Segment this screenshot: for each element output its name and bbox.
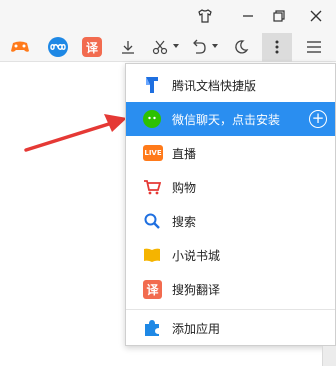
menu-item-wechat[interactable]: 微信聊天，点击安装 + [126,102,335,136]
book-icon [143,246,161,264]
live-icon: LIVE [143,145,163,161]
translate-icon[interactable]: 译 [82,37,102,57]
more-menu-button[interactable] [262,33,292,62]
tencent-docs-icon [143,76,161,94]
scrollbar[interactable] [322,346,336,366]
add-plus-icon[interactable]: + [309,110,327,128]
minimize-icon[interactable] [236,4,260,28]
search-icon [143,212,161,230]
shirt-icon[interactable] [193,4,217,28]
menu-item-live[interactable]: LIVE 直播 [126,136,335,170]
menu-item-shopping[interactable]: 购物 [126,170,335,204]
game-icon[interactable] [10,37,30,57]
restore-icon[interactable] [267,4,291,28]
chevron-down-icon[interactable] [211,42,219,50]
cart-icon [143,178,161,196]
chevron-down-icon[interactable] [172,42,180,50]
puzzle-icon [143,319,161,337]
scissors-icon[interactable] [150,37,170,57]
menu-separator [126,309,335,310]
wechat-icon [143,110,161,128]
close-icon[interactable] [304,4,328,28]
title-bar [0,0,336,32]
red-arrow-annotation [24,114,127,152]
menu-item-search[interactable]: 搜索 [126,204,335,238]
undo-icon[interactable] [189,37,209,57]
menu-item-tencent-docs[interactable]: 腾讯文档快捷版 [126,68,335,102]
hamburger-icon[interactable] [304,37,324,57]
moon-icon[interactable] [231,37,251,57]
menu-item-add-app[interactable]: 添加应用 [126,311,335,345]
more-vertical-icon [267,37,287,57]
sogou-translate-icon: 译 [143,279,162,299]
menu-item-sogou-translate[interactable]: 译 搜狗翻译 [126,272,335,306]
app-menu: 腾讯文档快捷版 微信聊天，点击安装 + LIVE 直播 购物 搜索 小说书城 译… [125,63,336,346]
download-icon[interactable] [118,37,138,57]
infinity-icon[interactable] [48,37,68,57]
menu-item-novel[interactable]: 小说书城 [126,238,335,272]
